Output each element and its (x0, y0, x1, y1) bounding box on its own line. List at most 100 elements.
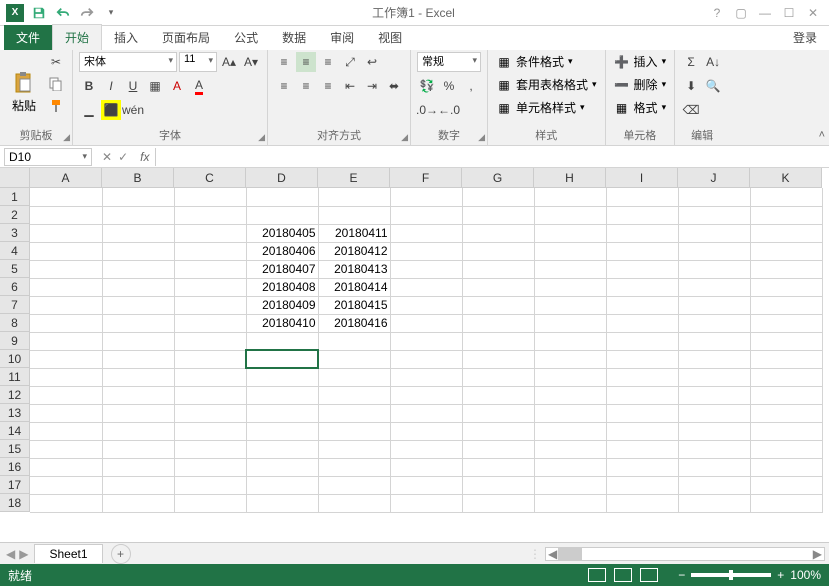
cell[interactable] (174, 188, 246, 206)
align-bottom-icon[interactable]: ≡ (318, 52, 338, 72)
cell[interactable] (678, 458, 750, 476)
cell[interactable] (390, 404, 462, 422)
delete-cells-button[interactable]: ➖删除▾ (612, 75, 669, 94)
ribbon-display-icon[interactable]: ▢ (733, 6, 749, 20)
row-header[interactable]: 6 (0, 278, 30, 296)
cell[interactable] (606, 440, 678, 458)
cell[interactable] (174, 206, 246, 224)
cell[interactable] (678, 494, 750, 512)
cell[interactable]: 20180405 (246, 224, 318, 242)
cell[interactable] (318, 494, 390, 512)
cell[interactable] (462, 260, 534, 278)
fill-icon[interactable]: ⬇ (681, 76, 701, 96)
cell[interactable] (462, 422, 534, 440)
cell[interactable] (102, 404, 174, 422)
cell[interactable]: 20180412 (318, 242, 390, 260)
cell[interactable] (174, 476, 246, 494)
column-header[interactable]: I (606, 168, 678, 188)
cell[interactable] (606, 494, 678, 512)
cell[interactable] (390, 260, 462, 278)
cell[interactable] (102, 350, 174, 368)
cell[interactable] (390, 332, 462, 350)
cell[interactable] (750, 494, 822, 512)
qat-customize-icon[interactable]: ▾ (100, 2, 122, 24)
enter-formula-icon[interactable]: ✓ (118, 150, 128, 164)
cell[interactable] (102, 476, 174, 494)
cell[interactable] (534, 458, 606, 476)
cell[interactable] (174, 242, 246, 260)
cell[interactable] (534, 386, 606, 404)
cell[interactable] (678, 332, 750, 350)
cell[interactable] (318, 440, 390, 458)
cell[interactable] (390, 296, 462, 314)
zoom-in-icon[interactable]: + (777, 568, 784, 582)
cells-area[interactable]: 2018040520180411201804062018041220180407… (30, 188, 829, 542)
cell[interactable] (30, 206, 102, 224)
cell[interactable] (390, 188, 462, 206)
cell[interactable] (750, 278, 822, 296)
tab-data[interactable]: 数据 (270, 25, 318, 50)
tab-insert[interactable]: 插入 (102, 25, 150, 50)
increase-font-icon[interactable]: A▴ (219, 52, 239, 72)
cell[interactable] (174, 368, 246, 386)
cell[interactable] (534, 332, 606, 350)
cell[interactable] (246, 368, 318, 386)
cell[interactable] (750, 188, 822, 206)
cell[interactable] (246, 332, 318, 350)
tab-layout[interactable]: 页面布局 (150, 25, 222, 50)
align-launcher-icon[interactable]: ◢ (401, 132, 408, 143)
row-header[interactable]: 7 (0, 296, 30, 314)
increase-decimal-icon[interactable]: .0→ (417, 100, 437, 120)
border-bottom-icon[interactable]: ▁ (79, 100, 99, 120)
cell[interactable] (318, 350, 390, 368)
clear-icon[interactable]: ⌫ (681, 100, 701, 120)
cell[interactable] (246, 386, 318, 404)
tab-file[interactable]: 文件 (4, 25, 52, 50)
cell[interactable] (390, 458, 462, 476)
row-header[interactable]: 14 (0, 422, 30, 440)
zoom-level[interactable]: 100% (790, 568, 821, 582)
number-launcher-icon[interactable]: ◢ (478, 132, 485, 143)
cell[interactable] (750, 458, 822, 476)
cell[interactable]: 20180414 (318, 278, 390, 296)
save-icon[interactable] (28, 2, 50, 24)
row-header[interactable]: 10 (0, 350, 30, 368)
cell[interactable] (30, 404, 102, 422)
cell[interactable] (678, 422, 750, 440)
row-header[interactable]: 12 (0, 386, 30, 404)
cell[interactable] (606, 296, 678, 314)
tab-home[interactable]: 开始 (52, 24, 102, 50)
cell[interactable] (606, 188, 678, 206)
cell[interactable] (30, 188, 102, 206)
cell[interactable] (606, 224, 678, 242)
cell[interactable] (678, 440, 750, 458)
cell[interactable] (750, 350, 822, 368)
table-format-button[interactable]: ▦套用表格格式▾ (494, 75, 599, 94)
cell[interactable] (390, 440, 462, 458)
cell[interactable] (390, 350, 462, 368)
wrap-text-icon[interactable]: ↩ (362, 52, 382, 72)
cell[interactable] (102, 314, 174, 332)
cell[interactable]: 20180413 (318, 260, 390, 278)
cell[interactable] (102, 422, 174, 440)
cell[interactable] (750, 422, 822, 440)
cell[interactable] (534, 314, 606, 332)
cell[interactable] (462, 350, 534, 368)
cell[interactable] (606, 368, 678, 386)
cell[interactable] (318, 404, 390, 422)
cell[interactable] (246, 476, 318, 494)
cell[interactable] (678, 386, 750, 404)
horizontal-scrollbar[interactable]: ◀▶ (545, 547, 825, 561)
cell[interactable] (390, 386, 462, 404)
cell[interactable] (30, 476, 102, 494)
cell[interactable] (390, 242, 462, 260)
cell[interactable] (174, 458, 246, 476)
align-middle-icon[interactable]: ≡ (296, 52, 316, 72)
cell[interactable] (102, 458, 174, 476)
cell[interactable] (30, 224, 102, 242)
column-header[interactable]: G (462, 168, 534, 188)
cell[interactable] (246, 494, 318, 512)
fill-color-icon[interactable]: ⬛ (101, 100, 121, 120)
cell[interactable] (246, 422, 318, 440)
cell[interactable] (462, 242, 534, 260)
